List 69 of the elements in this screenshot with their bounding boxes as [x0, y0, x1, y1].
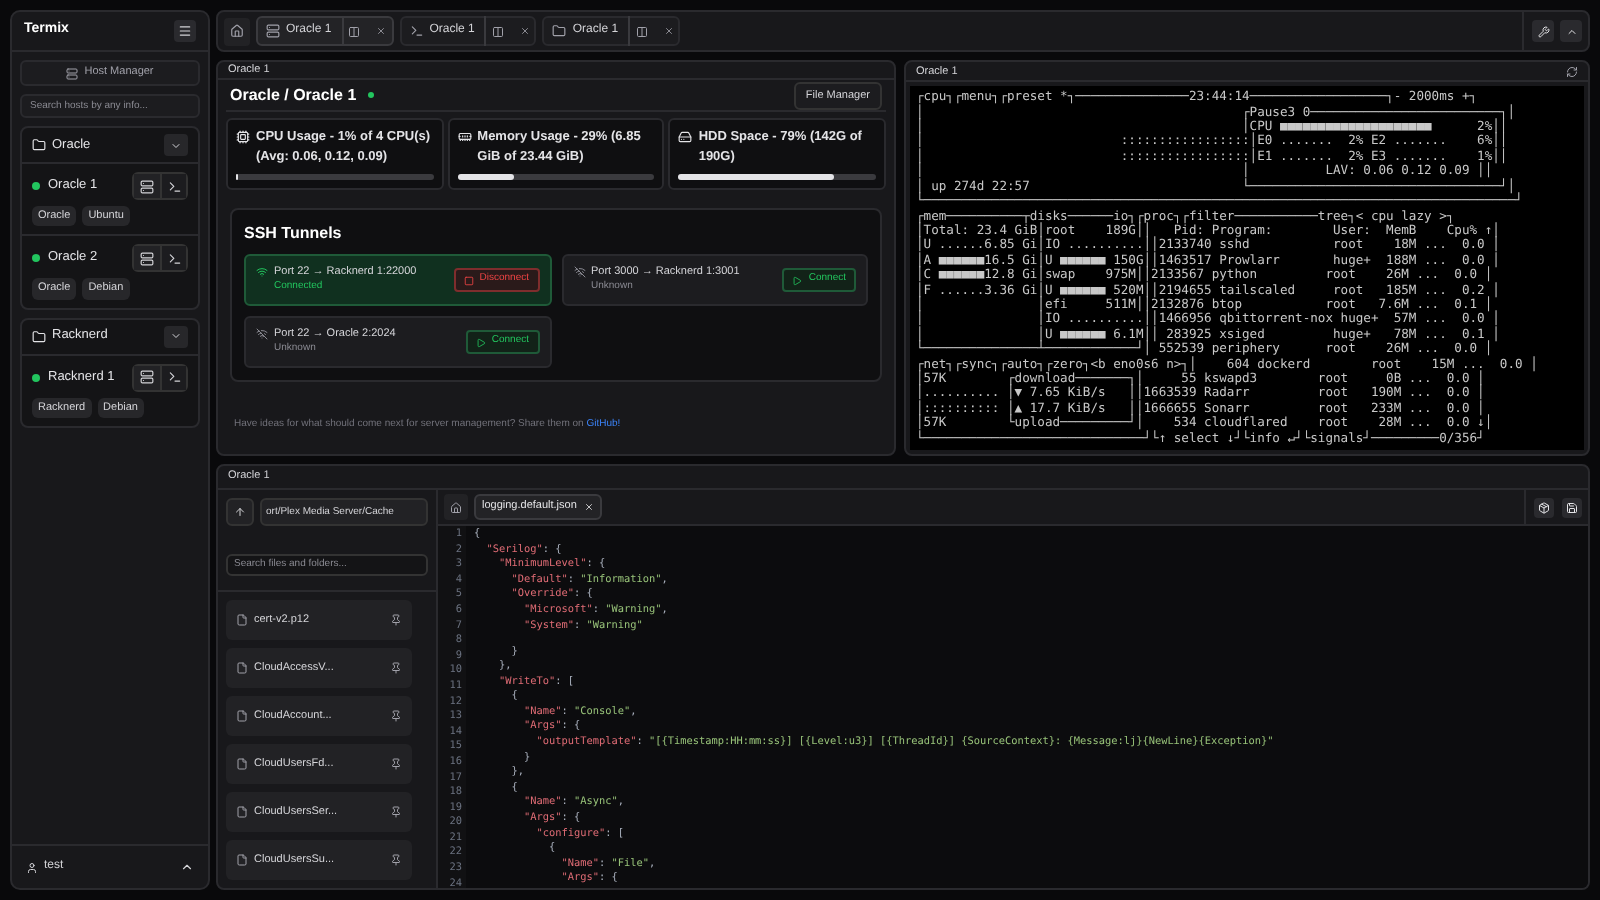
terminal-icon [167, 179, 181, 193]
chevron-down-icon [170, 330, 182, 342]
folder-icon [32, 138, 46, 152]
server-icon [140, 251, 154, 266]
chevron-up-icon[interactable] [180, 860, 194, 874]
files-icon [552, 24, 567, 38]
server-icon [140, 370, 154, 384]
server-title: Oracle / Oracle 1 [230, 83, 357, 108]
terminal-icon [167, 251, 181, 266]
server-button[interactable] [134, 174, 160, 198]
save-icon [1566, 501, 1578, 513]
section-title: SSH Tunnels [244, 222, 344, 246]
menu-icon [178, 24, 192, 38]
up-button[interactable] [226, 498, 254, 526]
file-icon [236, 614, 248, 626]
collapse-button[interactable] [1560, 20, 1582, 42]
package-icon [1538, 501, 1550, 513]
stop-icon [463, 275, 474, 285]
pin-icon[interactable] [390, 710, 402, 722]
save-button[interactable] [1562, 497, 1582, 517]
split-icon [348, 25, 361, 37]
tools-button[interactable] [1532, 20, 1554, 42]
menu-button[interactable] [174, 20, 196, 42]
cpu-icon [236, 130, 250, 144]
wifi-icon [256, 266, 268, 278]
play-icon [792, 275, 803, 285]
disk-icon [678, 130, 693, 144]
home-icon [230, 24, 244, 38]
home-icon [450, 501, 462, 513]
pin-icon[interactable] [390, 614, 402, 626]
chevron-up-icon [1565, 25, 1577, 37]
file-icon [236, 758, 248, 770]
terminal-button[interactable] [160, 246, 186, 271]
chevron-down-icon [170, 139, 182, 151]
split-button[interactable] [484, 16, 509, 46]
file-icon [236, 662, 248, 674]
pin-icon[interactable] [390, 854, 402, 866]
home-button[interactable] [224, 17, 250, 45]
pin-icon[interactable] [390, 662, 402, 674]
memory-icon [457, 130, 472, 144]
play-icon [475, 337, 486, 347]
home-button[interactable] [444, 494, 468, 520]
terminal-button[interactable] [160, 365, 186, 389]
server-icon [266, 24, 280, 38]
collapse-button[interactable] [164, 325, 188, 347]
server-icon [66, 67, 79, 79]
pin-icon[interactable] [390, 806, 402, 818]
file-icon [236, 806, 248, 818]
terminal-button[interactable] [160, 174, 186, 198]
server-button[interactable] [134, 246, 160, 271]
split-button[interactable] [628, 16, 653, 46]
collapse-button[interactable] [164, 134, 188, 156]
pin-icon[interactable] [390, 758, 402, 770]
package-button[interactable] [1534, 497, 1554, 517]
arrow-up-icon [234, 506, 246, 518]
server-icon [140, 179, 154, 193]
server-button[interactable] [134, 365, 160, 389]
terminal-icon [409, 24, 424, 38]
terminal-icon [167, 370, 181, 384]
user-icon [26, 861, 38, 873]
split-icon [491, 25, 504, 37]
wifi-off-icon [256, 328, 268, 340]
refresh-icon[interactable] [1566, 65, 1578, 78]
file-icon [236, 854, 248, 866]
wrench-icon [1537, 25, 1549, 37]
split-icon [635, 25, 648, 37]
file-icon [236, 710, 248, 722]
wifi-off-icon [573, 266, 585, 278]
folder-icon [32, 329, 46, 343]
